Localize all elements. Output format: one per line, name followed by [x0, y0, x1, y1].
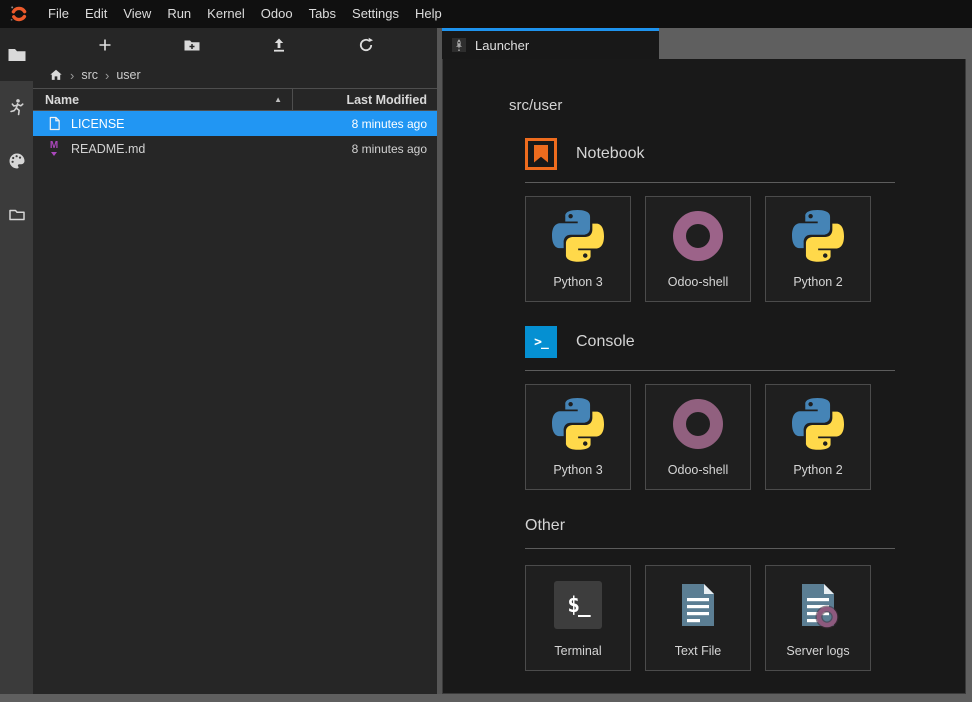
main-area: › src › user Name ▲ Last Modified	[0, 28, 972, 694]
left-sidebar	[0, 28, 33, 694]
launcher-card-console-python2[interactable]: Python 2	[765, 384, 871, 490]
main-dock: Launcher src/user Notebook	[442, 28, 972, 694]
python-icon	[792, 197, 844, 275]
file-name: LICENSE	[71, 117, 293, 131]
file-icon	[46, 116, 62, 131]
section-header-console: >_ Console	[525, 326, 965, 358]
menu-odoo[interactable]: Odoo	[253, 0, 301, 28]
text-file-icon	[672, 566, 724, 644]
column-header-name[interactable]: Name ▲	[33, 89, 292, 110]
odoo-ring-icon	[672, 385, 724, 463]
new-folder-button[interactable]	[178, 33, 206, 57]
menu-tabs[interactable]: Tabs	[301, 0, 344, 28]
palette-icon	[8, 152, 26, 170]
refresh-icon	[358, 37, 374, 53]
launcher-card-text-file[interactable]: Text File	[645, 565, 751, 671]
section-header-notebook: Notebook	[525, 138, 965, 170]
file-modified: 8 minutes ago	[293, 117, 437, 131]
running-man-icon	[8, 98, 25, 117]
console-cards: Python 3 Odoo-shell Python	[525, 384, 965, 490]
launcher-panel: src/user Notebook	[442, 59, 966, 694]
launcher-card-server-logs[interactable]: Server logs	[765, 565, 871, 671]
menu-run[interactable]: Run	[159, 0, 199, 28]
section-divider	[525, 182, 895, 183]
other-cards: $_ Terminal Text File	[525, 565, 965, 671]
breadcrumb-separator: ›	[70, 68, 74, 83]
section-divider	[525, 370, 895, 371]
menu-view[interactable]: View	[115, 0, 159, 28]
launcher-body: src/user Notebook	[443, 59, 965, 671]
menu-help[interactable]: Help	[407, 0, 450, 28]
breadcrumb-src[interactable]: src	[81, 68, 98, 82]
launcher-card-notebook-odoo-shell[interactable]: Odoo-shell	[645, 196, 751, 302]
file-modified: 8 minutes ago	[293, 142, 437, 156]
file-list-empty-space	[33, 161, 437, 694]
file-row-readme[interactable]: M README.md 8 minutes ago	[33, 136, 437, 161]
menu-edit[interactable]: Edit	[77, 0, 115, 28]
console-icon: >_	[525, 326, 557, 358]
file-browser-panel: › src › user Name ▲ Last Modified	[33, 28, 437, 694]
upload-button[interactable]	[265, 33, 293, 57]
refresh-button[interactable]	[352, 33, 380, 57]
markdown-icon: M	[46, 141, 62, 156]
sidebar-item-running-sessions[interactable]	[0, 81, 33, 134]
launcher-card-terminal[interactable]: $_ Terminal	[525, 565, 631, 671]
section-divider	[525, 548, 895, 549]
current-directory: src/user	[509, 97, 965, 114]
window-icon	[8, 206, 26, 222]
window-bottom-border	[0, 694, 972, 702]
menu-settings[interactable]: Settings	[344, 0, 407, 28]
new-launcher-button[interactable]	[91, 33, 119, 57]
tab-bar: Launcher	[442, 28, 966, 59]
column-header-modified[interactable]: Last Modified	[293, 89, 437, 110]
section-title: Other	[525, 517, 565, 535]
new-folder-icon	[183, 37, 201, 53]
notebook-cards: Python 3 Odoo-shell Python	[525, 196, 965, 302]
launcher-icon	[452, 38, 466, 52]
file-browser-toolbar	[33, 28, 437, 62]
odoo-ring-icon	[672, 197, 724, 275]
server-logs-icon	[792, 566, 844, 644]
file-list-header: Name ▲ Last Modified	[33, 88, 437, 111]
menu-file[interactable]: File	[40, 0, 77, 28]
section-title: Notebook	[576, 145, 645, 163]
section-header-other: Other	[525, 516, 965, 536]
section-title: Console	[576, 333, 635, 351]
upload-icon	[271, 37, 287, 53]
breadcrumb-user[interactable]: user	[116, 68, 140, 82]
launcher-card-console-python3[interactable]: Python 3	[525, 384, 631, 490]
breadcrumb: › src › user	[33, 62, 437, 88]
sidebar-item-command-palette[interactable]	[0, 134, 33, 187]
python-icon	[552, 197, 604, 275]
jupyterlab-app: File Edit View Run Kernel Odoo Tabs Sett…	[0, 0, 972, 702]
sidebar-item-file-browser[interactable]	[0, 28, 33, 81]
tab-launcher[interactable]: Launcher	[442, 28, 659, 59]
menu-bar: File Edit View Run Kernel Odoo Tabs Sett…	[0, 0, 972, 28]
terminal-icon: $_	[554, 566, 602, 644]
folder-icon	[7, 46, 27, 64]
menu-kernel[interactable]: Kernel	[199, 0, 253, 28]
launcher-card-console-odoo-shell[interactable]: Odoo-shell	[645, 384, 751, 490]
home-icon[interactable]	[49, 68, 63, 82]
odoo-spinner-logo-icon	[9, 4, 29, 24]
launcher-card-notebook-python2[interactable]: Python 2	[765, 196, 871, 302]
breadcrumb-separator: ›	[105, 68, 109, 83]
plus-icon	[97, 37, 113, 53]
file-row-license[interactable]: LICENSE 8 minutes ago	[33, 111, 437, 136]
tab-label: Launcher	[475, 38, 529, 53]
python-icon	[792, 385, 844, 463]
launcher-card-notebook-python3[interactable]: Python 3	[525, 196, 631, 302]
notebook-icon	[525, 138, 557, 170]
sidebar-item-open-tabs[interactable]	[0, 187, 33, 240]
python-icon	[552, 385, 604, 463]
sort-ascending-icon: ▲	[274, 95, 282, 104]
file-name: README.md	[71, 142, 293, 156]
